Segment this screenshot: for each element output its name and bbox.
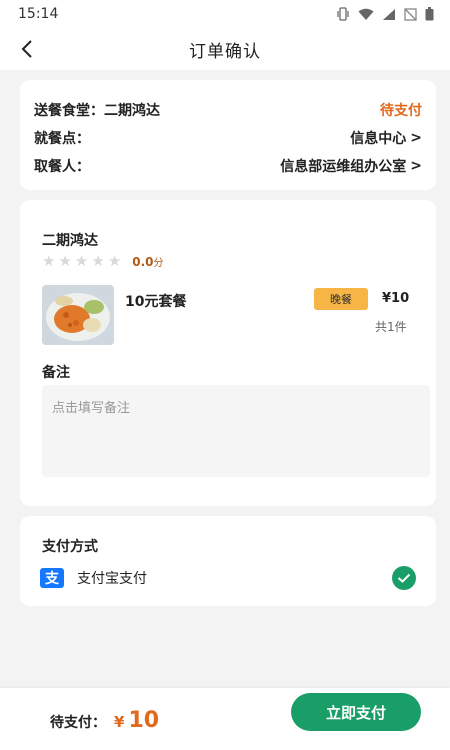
pay-now-button[interactable]: 立即支付 xyxy=(291,693,421,731)
total-label: 待支付： xyxy=(50,715,106,731)
check-icon[interactable] xyxy=(392,566,416,590)
alipay-option[interactable]: 支 支付宝支付 xyxy=(40,562,416,594)
shop-name: 二期鸿达 xyxy=(42,233,98,249)
receiver-row: 取餐人： 信息部运维组办公室 > xyxy=(34,152,422,180)
remark-input[interactable] xyxy=(42,385,430,477)
receiver-value: 信息部运维组办公室 xyxy=(280,159,407,175)
food-name: 10元套餐 xyxy=(125,294,187,310)
item-price: ¥10 xyxy=(382,291,410,306)
battery-icon xyxy=(425,7,434,21)
currency-symbol: ¥ xyxy=(114,713,125,731)
food-image xyxy=(42,285,114,345)
total-amount: 待支付： ¥ 10 xyxy=(50,708,159,733)
wifi-icon xyxy=(358,8,374,20)
payment-card: 支付方式 支 支付宝支付 xyxy=(20,516,436,606)
star-icon: ★ xyxy=(91,252,105,270)
payment-method-name: 支付宝支付 xyxy=(77,571,147,587)
pickup-point-row: 就餐点： 信息中心 > xyxy=(34,124,422,152)
chevron-right-icon: > xyxy=(410,158,422,174)
item-count: 共1件 xyxy=(375,320,407,334)
star-icon: ★ xyxy=(74,252,89,270)
page-title: 订单确认 xyxy=(189,41,261,62)
status-time: 15:14 xyxy=(18,6,59,22)
shop-rating: ★ ★ ★ ★ ★ 0.0分 xyxy=(42,252,164,270)
pickup-point-label: 就餐点： xyxy=(34,131,90,147)
header-bar: 订单确认 xyxy=(0,28,450,70)
meal-tag: 晚餐 xyxy=(314,288,368,310)
order-info-card: 送餐食堂：二期鸿达 待支付 就餐点： 信息中心 > 取餐人： 信息部运维组办公室… xyxy=(20,80,436,190)
no-sim-icon xyxy=(404,7,417,21)
status-bar: 15:14 xyxy=(0,0,450,28)
canteen-text: 送餐食堂：二期鸿达 xyxy=(34,100,160,120)
star-icon: ★ xyxy=(107,252,122,270)
chevron-right-icon: > xyxy=(410,130,422,146)
remark-label: 备注 xyxy=(42,365,70,381)
canteen-value: 二期鸿达 xyxy=(104,103,160,119)
signal-icon xyxy=(383,8,395,20)
canteen-row: 送餐食堂：二期鸿达 待支付 xyxy=(34,96,422,124)
payment-title: 支付方式 xyxy=(42,539,98,555)
order-status: 待支付 xyxy=(380,103,422,119)
alipay-icon: 支 xyxy=(40,568,64,588)
star-icon: ★ xyxy=(42,252,56,270)
receiver-selector[interactable]: 信息部运维组办公室 > xyxy=(280,156,422,176)
order-detail-card: 二期鸿达 ★ ★ ★ ★ ★ 0.0分 10元套餐 晚餐 ¥10 共1件 备注 xyxy=(20,200,436,506)
pickup-point-selector[interactable]: 信息中心 > xyxy=(350,128,422,148)
back-arrow-icon[interactable] xyxy=(14,36,40,62)
canteen-label: 送餐食堂： xyxy=(34,103,104,119)
star-icon: ★ xyxy=(58,252,72,270)
receiver-label: 取餐人： xyxy=(34,159,90,175)
status-icons xyxy=(336,7,434,21)
pickup-point-value: 信息中心 xyxy=(350,131,407,147)
bottom-bar: 待支付： ¥ 10 立即支付 xyxy=(0,688,450,750)
rating-score: 0.0分 xyxy=(132,255,164,269)
total-value: 10 xyxy=(128,708,160,733)
vibrate-icon xyxy=(337,7,349,21)
